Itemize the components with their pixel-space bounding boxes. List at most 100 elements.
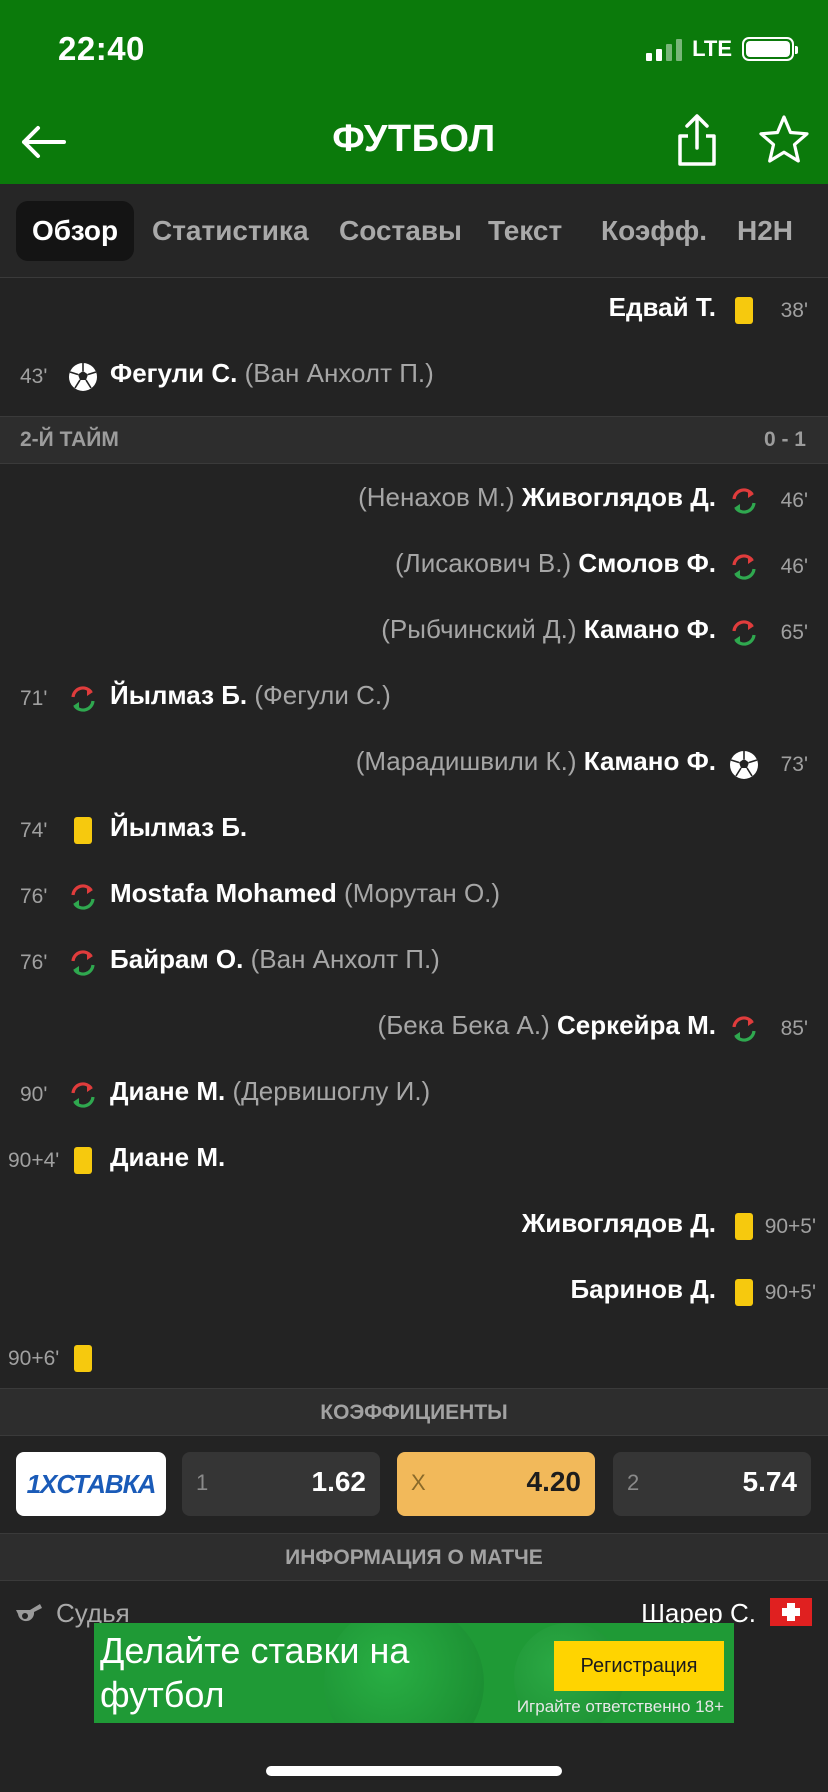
player-name: Диане М. bbox=[110, 1076, 226, 1106]
event-text: Фегули С. (Ван Анхолт П.) bbox=[110, 358, 434, 389]
odd-draw-button[interactable]: X 4.20 bbox=[397, 1452, 595, 1516]
event-row: 76' Байрам О. (Ван Анхолт П.) bbox=[0, 930, 828, 996]
odd-key: 1 bbox=[196, 1470, 209, 1495]
assist-name: (Марадишвили К.) bbox=[355, 746, 577, 776]
tab-statistics[interactable]: Статистика bbox=[152, 201, 309, 261]
event-text: Баринов Д. bbox=[570, 1274, 716, 1305]
event-row: 76' Mostafa Mohamed (Морутан О.) bbox=[0, 864, 828, 930]
substitution-icon bbox=[732, 1016, 756, 1042]
tab-overview[interactable]: Обзор bbox=[16, 201, 135, 261]
register-button[interactable]: Регистрация bbox=[554, 1641, 724, 1691]
odd-value: 1.62 bbox=[311, 1466, 367, 1497]
substitution-icon bbox=[732, 488, 756, 514]
odd-away-button[interactable]: 2 5.74 bbox=[613, 1452, 811, 1516]
event-minute: 90+4' bbox=[8, 1149, 60, 1172]
player-name: Йылмаз Б. bbox=[110, 812, 248, 842]
player-name: Камано Ф. bbox=[583, 746, 716, 776]
odd-home-button[interactable]: 1 1.62 bbox=[182, 1452, 380, 1516]
event-row: (Ненахов М.) Живоглядов Д. 46' bbox=[0, 468, 828, 534]
yellow-card-icon bbox=[74, 1345, 92, 1372]
assist-name: (Ненахов М.) bbox=[358, 482, 515, 512]
assist-name: (Ван Анхолт П.) bbox=[244, 358, 434, 388]
player-name: Фегули С. bbox=[110, 358, 238, 388]
odd-value: 4.20 bbox=[526, 1466, 582, 1497]
event-text: (Марадишвили К.) Камано Ф. bbox=[356, 746, 716, 777]
event-minute: 43' bbox=[20, 365, 48, 388]
event-text: Mostafa Mohamed (Морутан О.) bbox=[110, 878, 500, 909]
event-text: (Бека Бека А.) Серкейра М. bbox=[378, 1010, 716, 1041]
event-row: 71' Йылмаз Б. (Фегули С.) bbox=[0, 666, 828, 732]
half-score: 0 - 1 bbox=[763, 428, 806, 451]
odd-key: 2 bbox=[627, 1470, 640, 1495]
event-row: Живоглядов Д. 90+5' bbox=[0, 1194, 828, 1260]
event-row: Баринов Д. 90+5' bbox=[0, 1260, 828, 1326]
odd-key: X bbox=[411, 1470, 426, 1495]
event-row: 90+6' bbox=[0, 1326, 828, 1392]
event-minute: 73' bbox=[780, 753, 808, 776]
status-indicators: LTE bbox=[646, 36, 798, 62]
event-minute: 65' bbox=[780, 621, 808, 644]
goal-ball-icon bbox=[69, 363, 97, 391]
tab-odds[interactable]: Коэфф. bbox=[601, 201, 707, 261]
player-name: Серкейра М. bbox=[556, 1010, 716, 1040]
event-minute: 76' bbox=[20, 885, 48, 908]
event-text: (Лисакович В.) Смолов Ф. bbox=[395, 548, 716, 579]
status-time: 22:40 bbox=[58, 30, 145, 67]
half-label: 2-Й ТАЙМ bbox=[20, 428, 119, 451]
event-minute: 38' bbox=[780, 299, 808, 322]
whistle-icon bbox=[16, 1604, 42, 1622]
event-minute: 90' bbox=[20, 1083, 48, 1106]
assist-name: (Дервишоглу И.) bbox=[232, 1076, 431, 1106]
event-row: (Марадишвили К.) Камано Ф. 73' bbox=[0, 732, 828, 798]
match-info-header: ИНФОРМАЦИЯ О МАТЧЕ bbox=[0, 1533, 828, 1581]
event-row: (Лисакович В.) Смолов Ф. 46' bbox=[0, 534, 828, 600]
event-row: (Рыбчинский Д.) Камано Ф. 65' bbox=[0, 600, 828, 666]
ad-banner[interactable]: Делайте ставки на футбол Регистрация Игр… bbox=[94, 1623, 734, 1723]
network-label: LTE bbox=[692, 36, 732, 61]
second-half-header: 2-Й ТАЙМ 0 - 1 bbox=[0, 416, 828, 464]
tab-text[interactable]: Текст bbox=[488, 201, 562, 261]
odds-row: 1XСТАВКА 1 1.62 X 4.20 2 5.74 bbox=[0, 1436, 828, 1532]
player-name: Живоглядов Д. bbox=[521, 482, 716, 512]
player-name: Йылмаз Б. bbox=[110, 680, 248, 710]
bookmaker-logo[interactable]: 1XСТАВКА bbox=[16, 1452, 166, 1516]
player-name: Баринов Д. bbox=[570, 1274, 716, 1304]
player-name: Диане М. bbox=[110, 1142, 226, 1172]
event-minute: 90+6' bbox=[8, 1347, 60, 1370]
player-name: Живоглядов Д. bbox=[521, 1208, 716, 1238]
odds-header: КОЭФФИЦИЕНТЫ bbox=[0, 1388, 828, 1436]
nav-bar: ФУТБОЛ bbox=[0, 100, 828, 184]
signal-icon bbox=[646, 37, 683, 61]
share-icon[interactable] bbox=[672, 110, 722, 170]
player-name: Байрам О. bbox=[110, 944, 244, 974]
favorite-star-icon[interactable] bbox=[756, 112, 812, 168]
goal-ball-icon bbox=[730, 751, 758, 779]
tab-lineups[interactable]: Составы bbox=[339, 201, 462, 261]
event-row: 43' Фегули С. (Ван Анхолт П.) bbox=[0, 344, 828, 410]
assist-name: (Лисакович В.) bbox=[395, 548, 572, 578]
home-indicator[interactable] bbox=[266, 1766, 562, 1776]
odd-value: 5.74 bbox=[742, 1466, 798, 1497]
tab-bar: Обзор Статистика Составы Текст Коэфф. H2… bbox=[0, 184, 828, 278]
event-row: Едвай Т. 38' bbox=[0, 278, 828, 344]
event-minute: 85' bbox=[780, 1017, 808, 1040]
substitution-icon bbox=[71, 686, 95, 712]
switzerland-flag-icon bbox=[770, 1598, 812, 1626]
event-text: (Рыбчинский Д.) Камано Ф. bbox=[381, 614, 716, 645]
bookmaker-name: 1XСТАВКА bbox=[26, 1468, 157, 1499]
event-row: 90+4' Диане М. bbox=[0, 1128, 828, 1194]
event-minute: 76' bbox=[20, 951, 48, 974]
player-name: Едвай Т. bbox=[608, 292, 716, 322]
tab-h2h[interactable]: H2H bbox=[737, 201, 793, 261]
event-row: 74' Йылмаз Б. bbox=[0, 798, 828, 864]
event-text: Диане М. (Дервишоглу И.) bbox=[110, 1076, 430, 1107]
banner-headline: Делайте ставки на футбол bbox=[100, 1630, 410, 1715]
event-row: (Бека Бека А.) Серкейра М. 85' bbox=[0, 996, 828, 1062]
event-row: 90' Диане М. (Дервишоглу И.) bbox=[0, 1062, 828, 1128]
event-text: Едвай Т. bbox=[609, 292, 716, 323]
event-text: Байрам О. (Ван Анхолт П.) bbox=[110, 944, 440, 975]
banner-disclaimer: Играйте ответственно 18+ bbox=[516, 1697, 724, 1716]
assist-name: (Морутан О.) bbox=[344, 878, 501, 908]
player-name: Смолов Ф. bbox=[578, 548, 716, 578]
player-name: Камано Ф. bbox=[583, 614, 716, 644]
